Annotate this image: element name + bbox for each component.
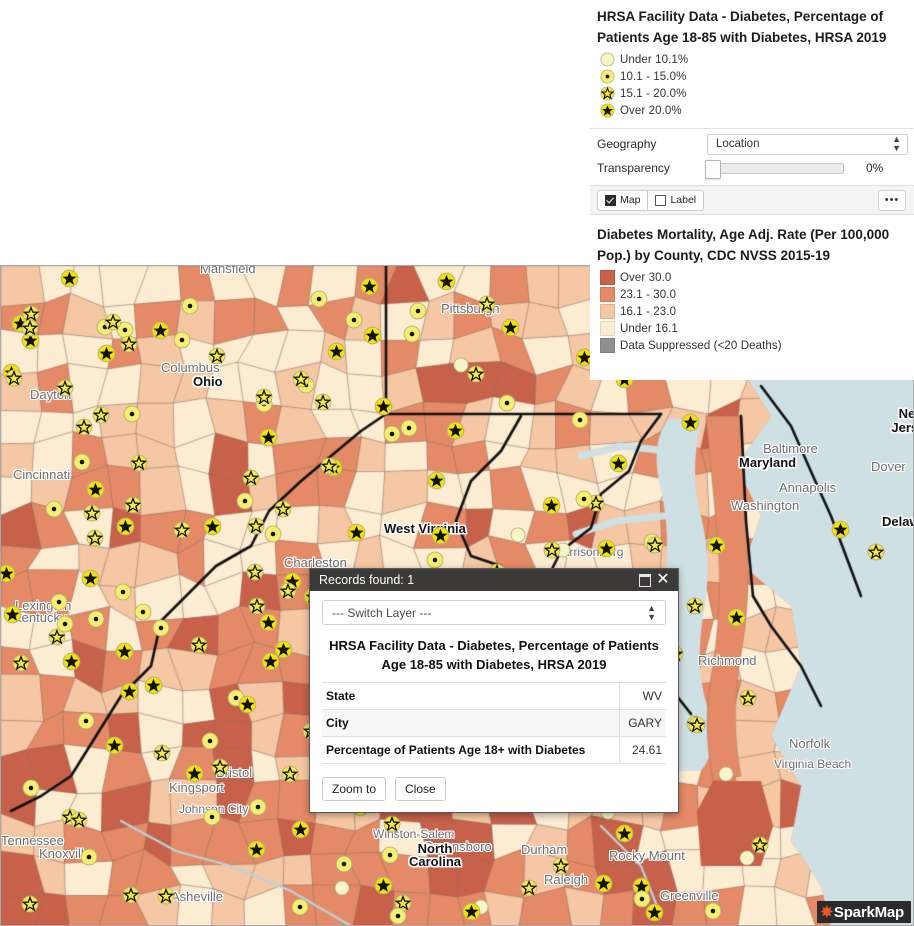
- mortality-legend-item: Under 16.1: [597, 320, 914, 337]
- mortality-legend-item: 23.1 - 30.0: [597, 286, 914, 303]
- mortality-legend-item: Data Suppressed (<20 Deaths): [597, 337, 914, 354]
- mortality-legend-label: Data Suppressed (<20 Deaths): [620, 339, 782, 352]
- circle-plain-icon: [597, 51, 617, 68]
- zoom-to-button[interactable]: Zoom to: [322, 777, 387, 801]
- popup-footer: Zoom to Close: [310, 764, 678, 812]
- circle-dot-icon: [597, 68, 617, 85]
- restore-window-icon[interactable]: [636, 571, 654, 589]
- layer-more-options-button[interactable]: •••: [878, 189, 906, 211]
- color-swatch: [597, 320, 617, 337]
- sparkmap-logo-text: SparkMap: [833, 903, 904, 921]
- mortality-legend-item: 16.1 - 23.0: [597, 303, 914, 320]
- record-row: Percentage of Patients Age 18+ with Diab…: [322, 736, 666, 764]
- mortality-legend: Over 30.0 23.1 - 30.0 16.1 - 23.0 Under 16.…: [590, 268, 914, 356]
- map-toggle-button[interactable]: Map: [597, 189, 649, 211]
- transparency-slider-thumb[interactable]: [705, 159, 721, 179]
- record-key: Percentage of Patients Age 18+ with Diab…: [326, 743, 586, 757]
- geography-row: Geography Location ▲ ▼: [590, 132, 914, 156]
- hrsa-legend-item: 15.1 - 20.0%: [597, 85, 914, 102]
- sparkmap-attribution-logo: ✵ SparkMap: [816, 901, 911, 923]
- record-table: State WV City GARY Percentage of Patients Ag…: [322, 682, 666, 764]
- hrsa-legend-label: 10.1 - 15.0%: [620, 70, 687, 83]
- record-row: State WV: [322, 682, 666, 710]
- starburst-icon: ✵: [820, 903, 834, 921]
- transparency-slider[interactable]: 0%: [705, 158, 908, 179]
- chevron-updown-icon: ▲ ▼: [892, 134, 901, 153]
- checkbox-checked-icon: [605, 194, 616, 206]
- hrsa-legend-item: Under 10.1%: [597, 51, 914, 68]
- color-swatch: [597, 337, 617, 354]
- transparency-slider-track[interactable]: [705, 159, 844, 179]
- switch-layer-value: --- Switch Layer ---: [332, 605, 432, 620]
- hrsa-legend-item: Over 20.0%: [597, 102, 914, 119]
- close-icon[interactable]: ✕: [654, 571, 672, 589]
- transparency-row: Transparency 0%: [590, 156, 914, 180]
- record-value: 24.61: [619, 736, 666, 764]
- color-swatch: [597, 303, 617, 320]
- record-row: City GARY: [322, 709, 666, 737]
- circle-star-outline-icon: [597, 85, 617, 102]
- mortality-legend-label: 23.1 - 30.0: [620, 288, 677, 301]
- chevron-updown-icon: ▲ ▼: [647, 602, 656, 622]
- mortality-legend-label: Under 16.1: [620, 322, 678, 335]
- layer-toolbar: Map Label •••: [590, 185, 914, 215]
- hrsa-legend-label: Over 20.0%: [620, 104, 682, 117]
- record-value: WV: [619, 682, 666, 710]
- hrsa-legend-label: Under 10.1%: [620, 53, 689, 66]
- record-value: GARY: [619, 709, 666, 737]
- checkbox-unchecked-icon: [655, 194, 667, 206]
- geography-label: Geography: [597, 137, 657, 151]
- popup-title: Records found: 1: [319, 573, 415, 587]
- geography-select-value: Location: [716, 138, 760, 150]
- mortality-layer-title: Diabetes Mortality, Age Adj. Rate (Per 1…: [597, 227, 890, 263]
- switch-layer-select[interactable]: --- Switch Layer --- ▲ ▼: [322, 600, 666, 625]
- geography-transparency-block: Geography Location ▲ ▼ Transparency 0%: [590, 128, 914, 180]
- popup-titlebar[interactable]: Records found: 1 ✕: [310, 569, 678, 591]
- record-key: City: [326, 716, 349, 730]
- layer-control-panel[interactable]: HRSA Facility Data - Diabetes, Percentag…: [590, 0, 914, 380]
- transparency-label: Transparency: [597, 161, 670, 175]
- circle-star-filled-icon: [597, 102, 617, 119]
- mortality-legend-label: Over 30.0: [620, 271, 672, 284]
- map-toggle-label: Map: [620, 194, 641, 206]
- close-button[interactable]: Close: [395, 777, 446, 801]
- hrsa-layer-title: HRSA Facility Data - Diabetes, Percentag…: [597, 9, 887, 45]
- color-swatch: [597, 286, 617, 303]
- hrsa-legend-item: 10.1 - 15.0%: [597, 68, 914, 85]
- geography-select[interactable]: Location ▲ ▼: [707, 133, 908, 155]
- mortality-legend-label: 16.1 - 23.0: [620, 305, 677, 318]
- map-label-toggle-group: Map Label: [597, 189, 705, 211]
- ellipsis-icon: •••: [884, 194, 900, 206]
- color-swatch: [597, 269, 617, 286]
- hrsa-legend: Under 10.1% 10.1 - 15.0% 15.1 - 20.0% Over …: [590, 50, 914, 121]
- records-popup[interactable]: Records found: 1 ✕ --- Switch Layer --- …: [309, 568, 679, 813]
- hrsa-legend-label: 15.1 - 20.0%: [620, 87, 687, 100]
- label-toggle-label: Label: [670, 194, 697, 206]
- record-key: State: [326, 689, 356, 703]
- transparency-value: 0%: [866, 161, 884, 175]
- label-toggle-button[interactable]: Label: [648, 189, 705, 211]
- popup-record-heading: HRSA Facility Data - Diabetes, Percentag…: [329, 638, 659, 672]
- mortality-legend-item: Over 30.0: [597, 269, 914, 286]
